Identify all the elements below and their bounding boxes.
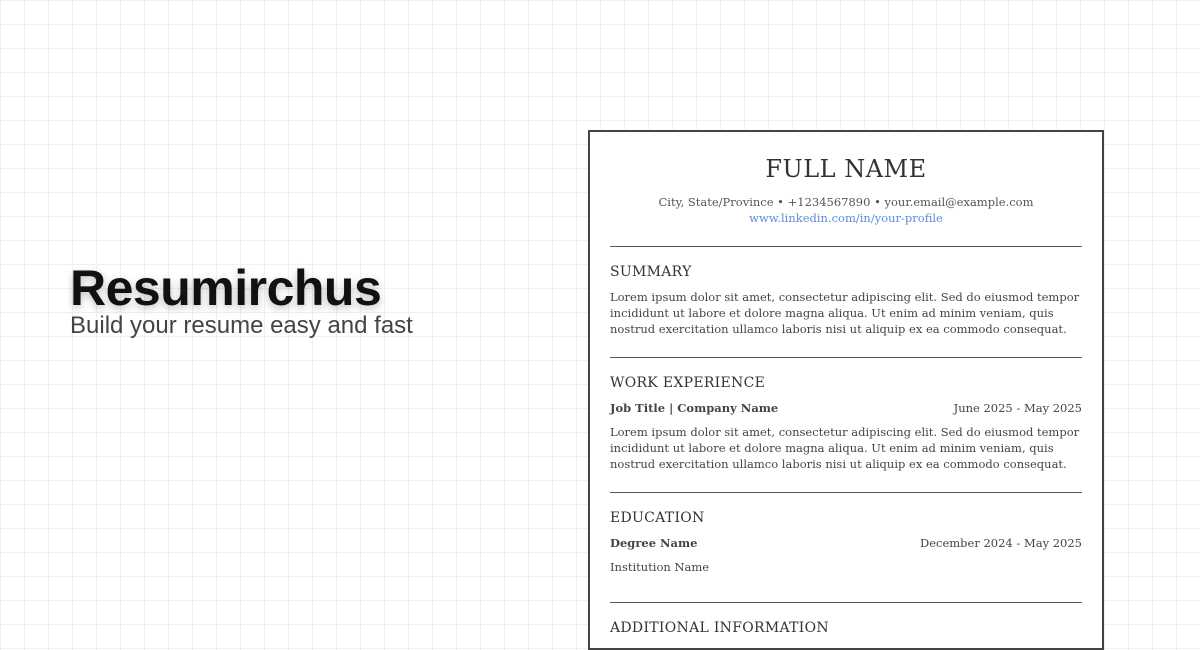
job-title: Job Title | Company Name [610, 401, 779, 415]
summary-title: SUMMARY [610, 264, 692, 280]
resume-preview: FULL NAME City, State/Province • +123456… [588, 130, 1104, 650]
education-dates: December 2024 - May 2025 [919, 536, 1082, 550]
brand: Resumirchus Build your resume easy and f… [70, 258, 413, 340]
summary-section: SUMMARY Lorem ipsum dolor sit amet, cons… [610, 247, 1082, 337]
education-entry-header: Degree Name December 2024 - May 2025 [610, 535, 1082, 551]
institution-name: Institution Name [610, 560, 710, 574]
summary-text: Lorem ipsum dolor sit amet, consectetur … [610, 290, 1080, 336]
additional-title: ADDITIONAL INFORMATION [610, 620, 829, 636]
work-section: WORK EXPERIENCE Job Title | Company Name… [610, 358, 1082, 472]
degree-name: Degree Name [610, 536, 698, 550]
job-dates: June 2025 - May 2025 [953, 401, 1082, 415]
resume-contact-line: City, State/Province • +1234567890 • you… [658, 195, 1034, 209]
resume-linkedin-link[interactable]: www.linkedin.com/in/your-profile [610, 210, 1082, 226]
additional-section: ADDITIONAL INFORMATION [610, 603, 1082, 637]
brand-title: Resumirchus [70, 260, 382, 316]
work-title: WORK EXPERIENCE [610, 375, 766, 391]
resume-full-name: FULL NAME [765, 155, 927, 183]
brand-subtitle: Build your resume easy and fast [70, 312, 413, 339]
work-entry-header: Job Title | Company Name June 2025 - May… [610, 400, 1082, 416]
work-description: Lorem ipsum dolor sit amet, consectetur … [610, 425, 1080, 471]
education-title: EDUCATION [610, 510, 705, 526]
education-section: EDUCATION Degree Name December 2024 - Ma… [610, 493, 1082, 575]
